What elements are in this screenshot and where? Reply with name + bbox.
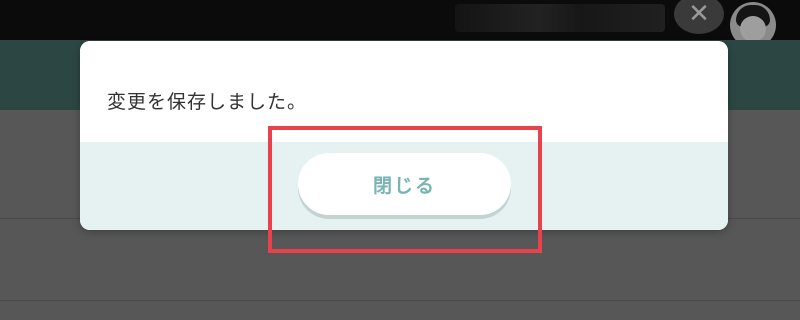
screen: ✕ 変更を保存しました。 閉じる — [0, 0, 800, 320]
save-confirmation-dialog: 変更を保存しました。 閉じる — [80, 41, 728, 230]
top-bar-title-area — [455, 4, 665, 32]
dialog-body: 変更を保存しました。 — [80, 41, 728, 142]
dialog-footer: 閉じる — [80, 142, 728, 230]
dialog-message: 変更を保存しました。 — [107, 91, 308, 113]
close-button[interactable]: 閉じる — [298, 153, 511, 215]
avatar-face — [740, 16, 766, 42]
background-divider — [0, 300, 800, 301]
